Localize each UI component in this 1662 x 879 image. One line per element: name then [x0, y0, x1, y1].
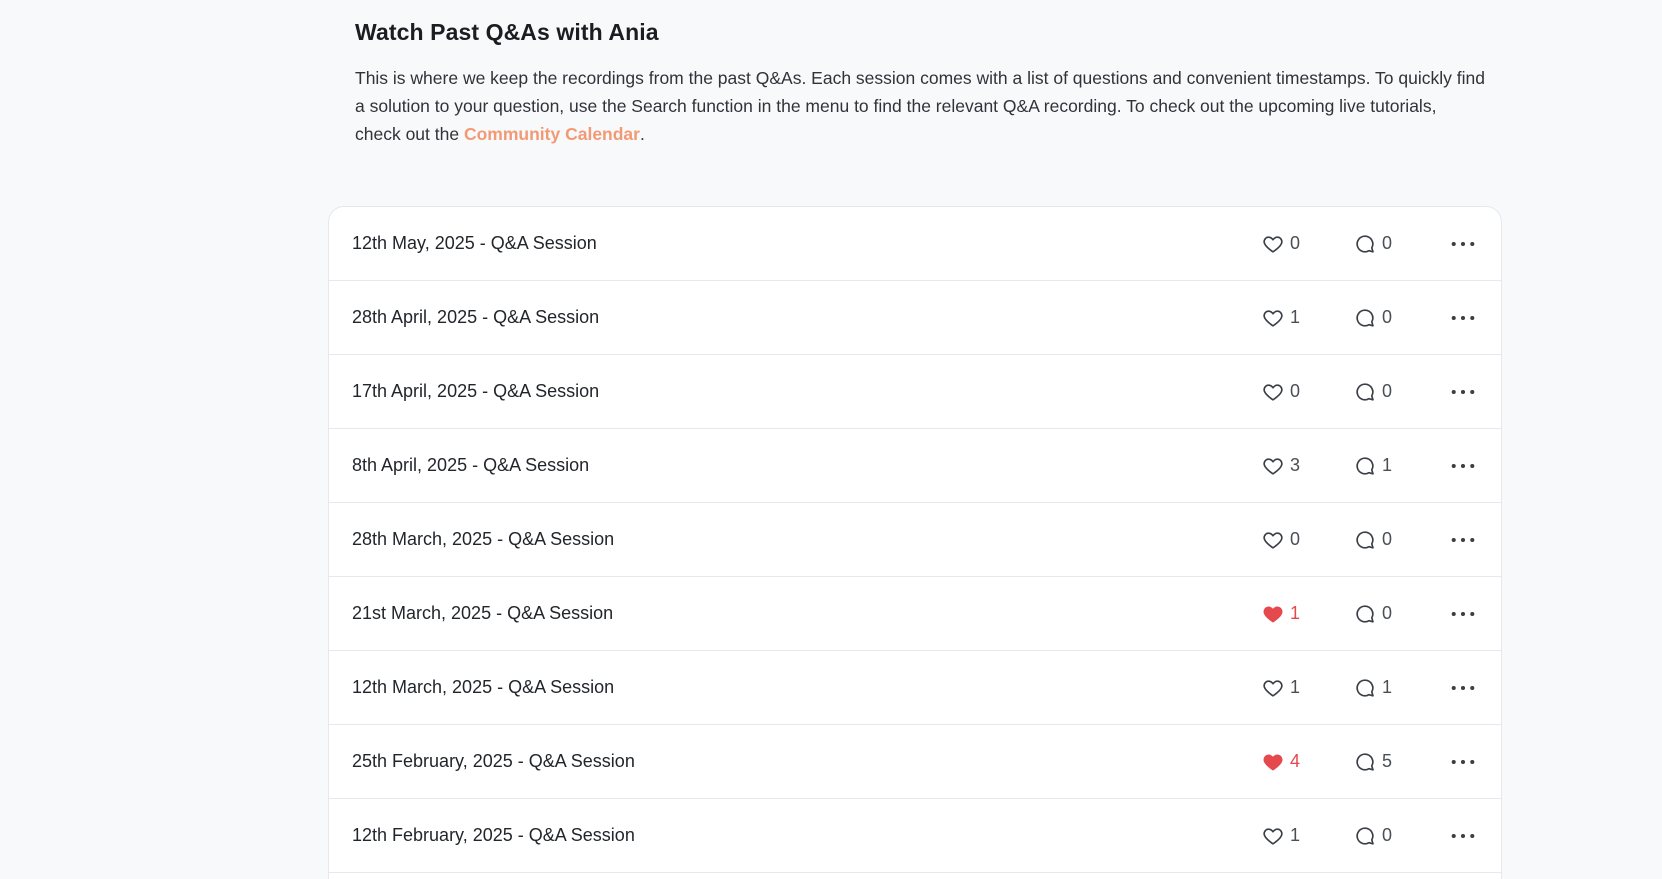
comment-button[interactable]: 1 — [1354, 455, 1392, 477]
more-horizontal-icon — [1450, 536, 1476, 544]
session-title[interactable]: 12th May, 2025 - Q&A Session — [352, 233, 597, 254]
heart-icon — [1262, 307, 1284, 329]
session-row[interactable]: 8th April, 2025 - Q&A Session 3 1 — [329, 429, 1501, 503]
comment-bubble-icon — [1354, 455, 1376, 477]
session-row[interactable]: 28th March, 2025 - Q&A Session 0 0 — [329, 503, 1501, 577]
session-title[interactable]: 17th April, 2025 - Q&A Session — [352, 381, 599, 402]
heart-icon — [1262, 825, 1284, 847]
like-count: 1 — [1290, 603, 1301, 623]
like-button[interactable]: 4 — [1262, 751, 1300, 773]
heart-filled-icon — [1262, 603, 1284, 625]
comment-count: 0 — [1382, 603, 1393, 623]
more-horizontal-icon — [1450, 240, 1476, 248]
page-description: This is where we keep the recordings fro… — [355, 64, 1485, 148]
session-title[interactable]: 8th April, 2025 - Q&A Session — [352, 455, 589, 476]
session-row[interactable]: 12th March, 2025 - Q&A Session 1 1 — [329, 651, 1501, 725]
like-button[interactable]: 1 — [1262, 825, 1300, 847]
comment-button[interactable]: 0 — [1354, 233, 1392, 255]
session-list: 12th May, 2025 - Q&A Session 0 0 28th April… — [328, 206, 1502, 879]
comment-button[interactable]: 5 — [1354, 751, 1392, 773]
like-count: 0 — [1290, 529, 1301, 549]
session-row[interactable]: 28th April, 2025 - Q&A Session 1 0 — [329, 281, 1501, 355]
session-title[interactable]: 25th February, 2025 - Q&A Session — [352, 751, 635, 772]
like-button[interactable]: 1 — [1262, 307, 1300, 329]
comment-button[interactable]: 0 — [1354, 307, 1392, 329]
more-options-button[interactable] — [1449, 233, 1477, 255]
like-count: 1 — [1290, 307, 1301, 327]
session-title[interactable]: 12th March, 2025 - Q&A Session — [352, 677, 614, 698]
more-horizontal-icon — [1450, 314, 1476, 322]
like-count: 0 — [1290, 381, 1301, 401]
session-title[interactable]: 28th April, 2025 - Q&A Session — [352, 307, 599, 328]
like-count: 0 — [1290, 233, 1301, 253]
community-calendar-link[interactable]: Community Calendar — [464, 124, 640, 144]
like-button[interactable]: 0 — [1262, 233, 1300, 255]
session-row[interactable]: 17th April, 2025 - Q&A Session 0 0 — [329, 355, 1501, 429]
session-row[interactable]: 21st March, 2025 - Q&A Session 1 0 — [329, 577, 1501, 651]
more-horizontal-icon — [1450, 684, 1476, 692]
heart-icon — [1262, 233, 1284, 255]
like-button[interactable]: 0 — [1262, 381, 1300, 403]
more-options-button[interactable] — [1449, 751, 1477, 773]
heart-icon — [1262, 381, 1284, 403]
intro-section: Watch Past Q&As with Ania This is where … — [355, 16, 1485, 148]
comment-count: 0 — [1382, 529, 1393, 549]
like-count: 4 — [1290, 751, 1301, 771]
comment-count: 0 — [1382, 233, 1393, 253]
comment-count: 1 — [1382, 677, 1393, 697]
like-button[interactable]: 1 — [1262, 603, 1300, 625]
like-button[interactable]: 0 — [1262, 529, 1300, 551]
heart-icon — [1262, 529, 1284, 551]
comment-bubble-icon — [1354, 381, 1376, 403]
page: Watch Past Q&As with Ania This is where … — [0, 0, 1662, 879]
more-horizontal-icon — [1450, 462, 1476, 470]
like-count: 1 — [1290, 677, 1301, 697]
more-options-button[interactable] — [1449, 677, 1477, 699]
session-row[interactable]: 25th February, 2025 - Q&A Session 4 5 — [329, 725, 1501, 799]
comment-bubble-icon — [1354, 307, 1376, 329]
like-count: 3 — [1290, 455, 1301, 475]
session-title[interactable]: 28th March, 2025 - Q&A Session — [352, 529, 614, 550]
like-button[interactable]: 3 — [1262, 455, 1300, 477]
comment-bubble-icon — [1354, 603, 1376, 625]
comment-count: 1 — [1382, 455, 1393, 475]
comment-button[interactable]: 0 — [1354, 825, 1392, 847]
session-title[interactable]: 21st March, 2025 - Q&A Session — [352, 603, 613, 624]
more-horizontal-icon — [1450, 832, 1476, 840]
like-button[interactable]: 1 — [1262, 677, 1300, 699]
like-count: 1 — [1290, 825, 1301, 845]
more-horizontal-icon — [1450, 610, 1476, 618]
more-options-button[interactable] — [1449, 529, 1477, 551]
comment-count: 5 — [1382, 751, 1393, 771]
more-horizontal-icon — [1450, 758, 1476, 766]
comment-button[interactable]: 1 — [1354, 677, 1392, 699]
more-options-button[interactable] — [1449, 455, 1477, 477]
more-options-button[interactable] — [1449, 307, 1477, 329]
comment-bubble-icon — [1354, 677, 1376, 699]
more-options-button[interactable] — [1449, 603, 1477, 625]
more-options-button[interactable] — [1449, 825, 1477, 847]
comment-bubble-icon — [1354, 233, 1376, 255]
comment-count: 0 — [1382, 825, 1393, 845]
comment-button[interactable]: 0 — [1354, 529, 1392, 551]
session-title[interactable]: 12th February, 2025 - Q&A Session — [352, 825, 635, 846]
heart-icon — [1262, 677, 1284, 699]
heart-icon — [1262, 455, 1284, 477]
comment-count: 0 — [1382, 381, 1393, 401]
page-title: Watch Past Q&As with Ania — [355, 19, 659, 45]
session-row[interactable]: 12th May, 2025 - Q&A Session 0 0 — [329, 207, 1501, 281]
comment-button[interactable]: 0 — [1354, 381, 1392, 403]
comment-bubble-icon — [1354, 751, 1376, 773]
comment-bubble-icon — [1354, 825, 1376, 847]
comment-bubble-icon — [1354, 529, 1376, 551]
session-row[interactable]: 12th February, 2025 - Q&A Session 1 0 — [329, 799, 1501, 873]
comment-count: 0 — [1382, 307, 1393, 327]
more-options-button[interactable] — [1449, 381, 1477, 403]
description-end: . — [639, 124, 645, 144]
more-horizontal-icon — [1450, 388, 1476, 396]
comment-button[interactable]: 0 — [1354, 603, 1392, 625]
heart-filled-icon — [1262, 751, 1284, 773]
